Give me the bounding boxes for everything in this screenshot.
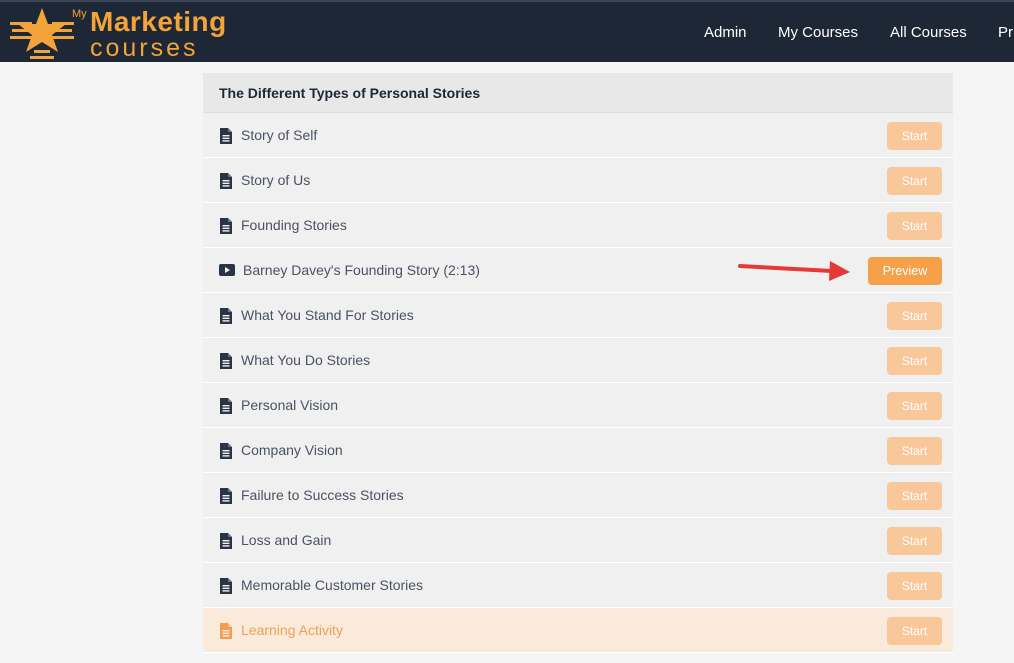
- start-button[interactable]: Start: [887, 527, 942, 555]
- nav-all-courses[interactable]: All Courses: [890, 24, 967, 41]
- lesson-title[interactable]: What You Stand For Stories: [241, 307, 414, 323]
- top-navbar: My Marketing courses Admin My Courses Al…: [0, 0, 1014, 62]
- lesson-title[interactable]: Founding Stories: [241, 217, 347, 233]
- document-icon: [219, 353, 233, 369]
- start-button[interactable]: Start: [887, 617, 942, 645]
- lesson-title[interactable]: Barney Davey's Founding Story (2:13): [243, 262, 480, 278]
- lesson-title[interactable]: Personal Vision: [241, 397, 338, 413]
- start-button[interactable]: Start: [887, 482, 942, 510]
- document-icon: [219, 218, 233, 234]
- document-icon: [219, 578, 233, 594]
- logo-courses-text: courses: [90, 34, 199, 62]
- lesson-row[interactable]: What You Do Stories Start: [203, 338, 953, 383]
- document-icon: [219, 488, 233, 504]
- lesson-row[interactable]: Failure to Success Stories Start: [203, 473, 953, 518]
- nav-profile-truncated[interactable]: Pr: [998, 24, 1013, 41]
- lesson-title[interactable]: Company Vision: [241, 442, 343, 458]
- document-icon: [219, 308, 233, 324]
- document-icon: [219, 533, 233, 549]
- lesson-row[interactable]: Company Vision Start: [203, 428, 953, 473]
- site-logo[interactable]: My Marketing courses: [10, 6, 260, 62]
- logo-my-text: My: [72, 8, 87, 20]
- lesson-row[interactable]: Learning Activity Start: [203, 608, 953, 653]
- lesson-title[interactable]: Story of Us: [241, 172, 310, 188]
- start-button[interactable]: Start: [887, 212, 942, 240]
- lesson-title[interactable]: Learning Activity: [241, 622, 343, 638]
- lesson-row[interactable]: Memorable Customer Stories Start: [203, 563, 953, 608]
- lesson-title[interactable]: Loss and Gain: [241, 532, 331, 548]
- start-button[interactable]: Start: [887, 392, 942, 420]
- lesson-list: Story of Self Start Story of Us Start Foundi…: [203, 113, 953, 653]
- start-button[interactable]: Start: [887, 572, 942, 600]
- section-title: The Different Types of Personal Stories: [203, 73, 953, 113]
- lesson-row[interactable]: Story of Self Start: [203, 113, 953, 158]
- video-icon: [219, 263, 235, 279]
- start-button[interactable]: Start: [887, 122, 942, 150]
- document-icon: [219, 173, 233, 189]
- lesson-title[interactable]: Failure to Success Stories: [241, 487, 404, 503]
- lesson-title[interactable]: Memorable Customer Stories: [241, 577, 423, 593]
- lesson-row[interactable]: Loss and Gain Start: [203, 518, 953, 563]
- red-arrow-annotation: [738, 261, 850, 281]
- document-icon: [219, 398, 233, 414]
- star-figure-icon: [10, 8, 74, 59]
- document-icon: [219, 443, 233, 459]
- course-section: The Different Types of Personal Stories …: [203, 73, 953, 653]
- lesson-row[interactable]: What You Stand For Stories Start: [203, 293, 953, 338]
- document-icon: [219, 623, 233, 639]
- lesson-title[interactable]: Story of Self: [241, 127, 317, 143]
- lesson-row[interactable]: Story of Us Start: [203, 158, 953, 203]
- document-icon: [219, 128, 233, 144]
- lesson-title[interactable]: What You Do Stories: [241, 352, 370, 368]
- lesson-row[interactable]: Personal Vision Start: [203, 383, 953, 428]
- start-button[interactable]: Start: [887, 347, 942, 375]
- preview-button[interactable]: Preview: [868, 257, 942, 285]
- nav-my-courses[interactable]: My Courses: [778, 24, 858, 41]
- lesson-row[interactable]: Founding Stories Start: [203, 203, 953, 248]
- start-button[interactable]: Start: [887, 302, 942, 330]
- start-button[interactable]: Start: [887, 437, 942, 465]
- start-button[interactable]: Start: [887, 167, 942, 195]
- nav-admin[interactable]: Admin: [704, 24, 747, 41]
